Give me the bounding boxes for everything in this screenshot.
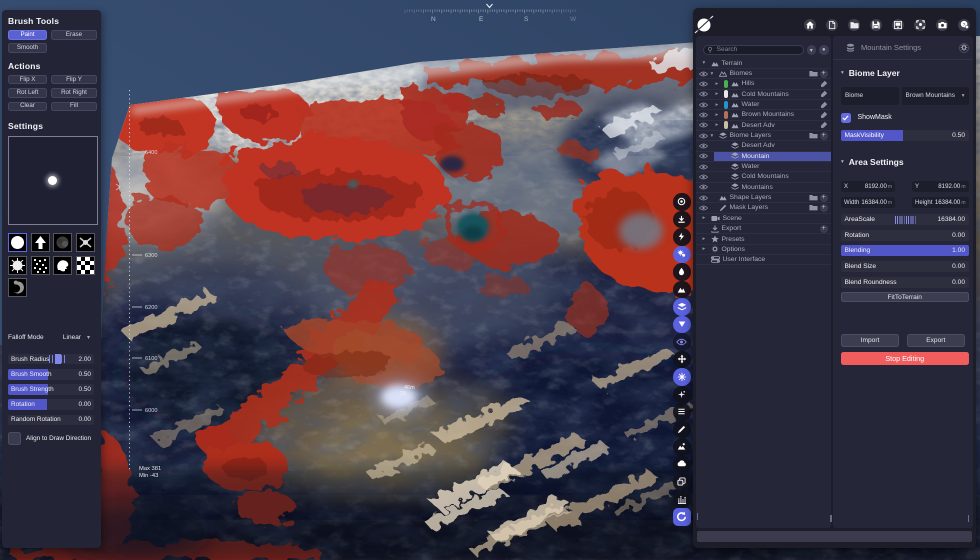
svg-text:W: W xyxy=(570,16,577,23)
svg-text:S: S xyxy=(524,16,529,23)
svg-text:6200: 6200 xyxy=(145,305,157,311)
svg-text:6300: 6300 xyxy=(145,253,157,259)
svg-text:6400: 6400 xyxy=(145,150,157,156)
svg-text:6000: 6000 xyxy=(145,408,157,414)
svg-text:E: E xyxy=(479,16,484,23)
svg-text:6100: 6100 xyxy=(145,356,157,362)
svg-text:N: N xyxy=(431,16,436,23)
